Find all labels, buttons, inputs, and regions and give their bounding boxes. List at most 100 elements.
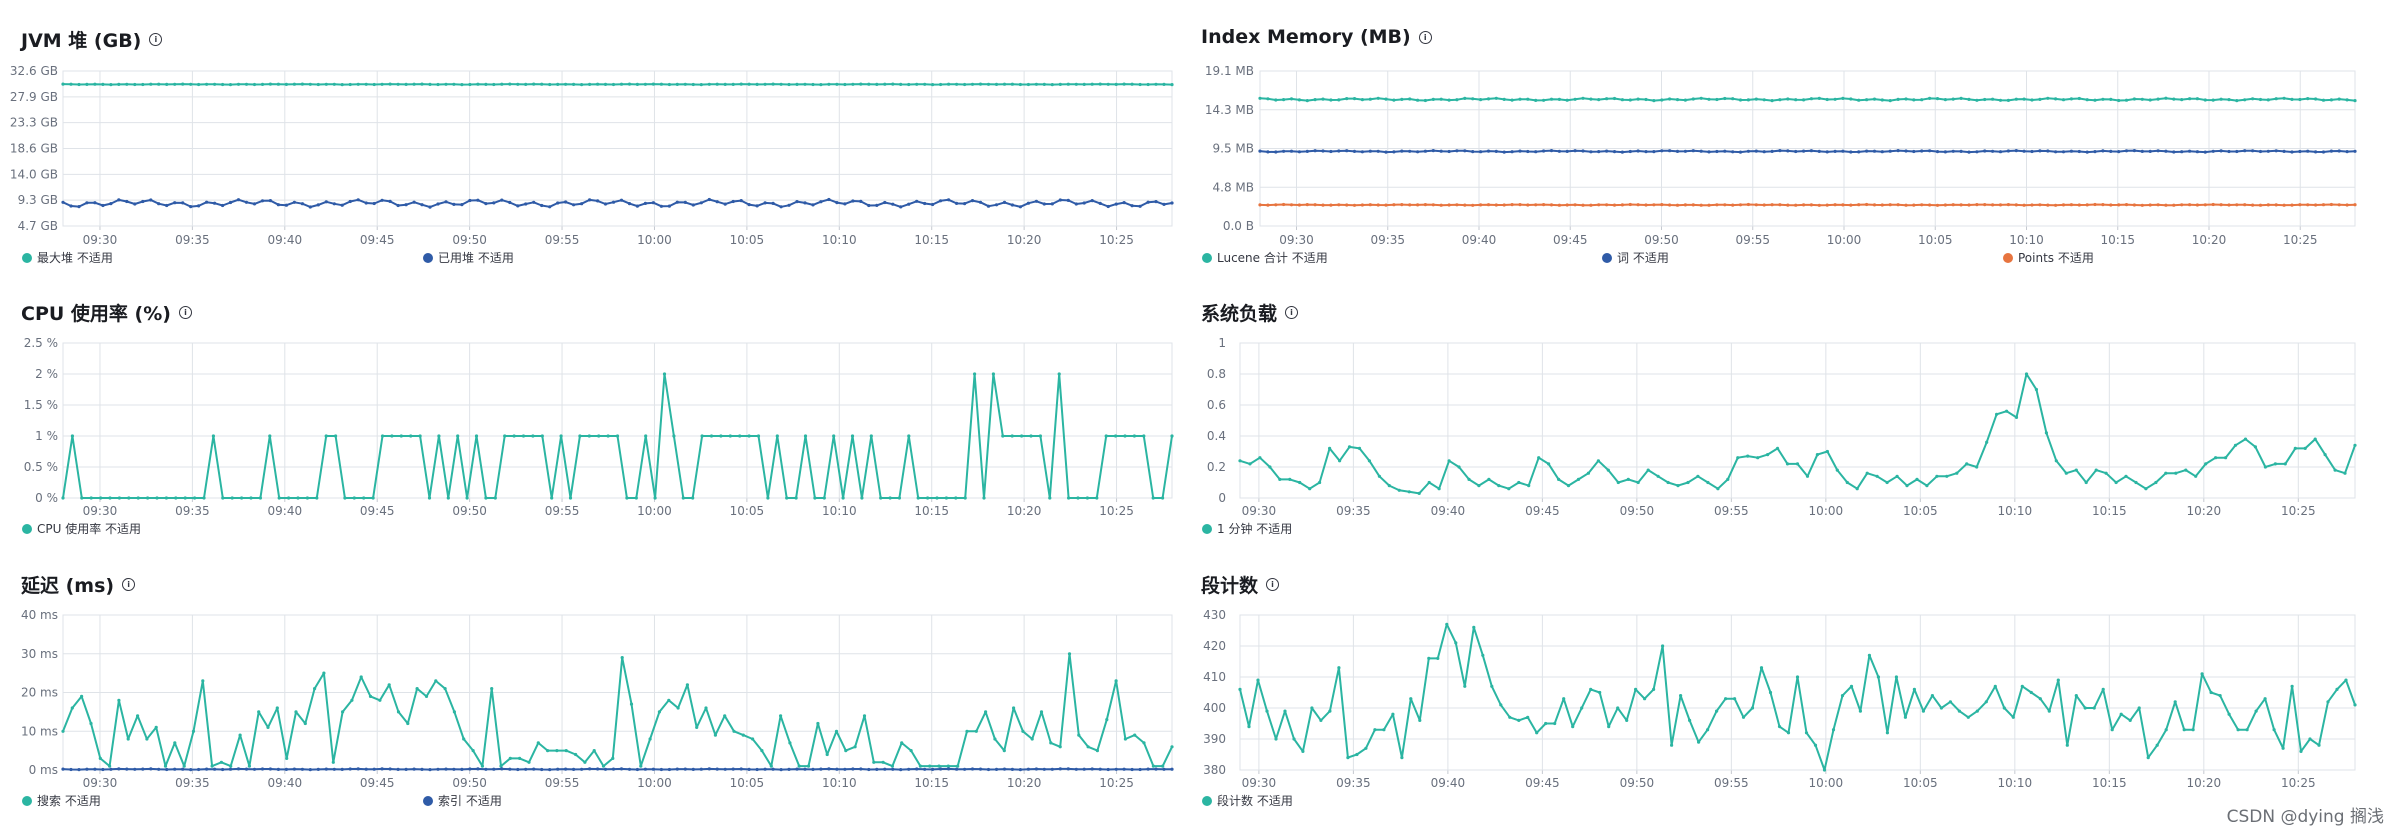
data-point <box>1795 675 1800 679</box>
data-point <box>2092 706 2096 710</box>
data-point <box>1292 737 1296 741</box>
data-point <box>1715 709 1719 713</box>
data-point <box>1661 644 1665 648</box>
data-point <box>1858 709 1862 713</box>
data-point <box>1670 743 1674 747</box>
data-point <box>2002 706 2006 710</box>
data-point <box>1840 694 1845 698</box>
data-point <box>1346 756 1350 760</box>
data-point <box>1544 721 1548 726</box>
data-point <box>1643 697 1647 701</box>
data-point <box>1508 715 1512 719</box>
data-point <box>2038 697 2042 701</box>
data-point <box>1373 728 1377 732</box>
data-point <box>1391 712 1395 716</box>
x-tick-label: 09:55 <box>1714 776 1749 790</box>
data-point <box>2128 718 2132 723</box>
data-point <box>2344 678 2348 682</box>
data-point <box>2011 715 2015 719</box>
data-point <box>1445 622 1449 626</box>
data-point <box>1876 675 1880 679</box>
data-point <box>1697 740 1701 744</box>
data-point <box>1948 700 1952 704</box>
data-point <box>2317 743 2321 747</box>
data-point <box>1741 715 1746 719</box>
data-point <box>2308 737 2312 741</box>
data-point <box>1571 725 1575 729</box>
data-point <box>1418 718 1422 723</box>
x-tick-label: 10:15 <box>2092 776 2127 790</box>
data-point <box>1849 684 1854 688</box>
data-point <box>1885 731 1889 735</box>
legend-item-segments[interactable]: 段计数 不适用 <box>1202 792 1293 809</box>
data-point <box>2236 728 2240 732</box>
data-point <box>1499 703 1503 707</box>
data-point <box>2155 743 2159 747</box>
data-point <box>1427 656 1431 661</box>
data-point <box>1409 697 1413 701</box>
x-tick-label: 09:30 <box>1242 776 1277 790</box>
data-point <box>1598 690 1602 695</box>
y-tick-label: 380 <box>1203 763 1226 777</box>
data-point <box>1957 709 1961 713</box>
data-point <box>1912 687 1916 692</box>
y-tick-label: 390 <box>1203 732 1226 746</box>
data-point <box>1750 706 1755 710</box>
data-point <box>1930 694 1934 698</box>
data-point <box>1607 725 1611 729</box>
data-point <box>2083 706 2087 710</box>
data-point <box>2056 678 2060 682</box>
data-point <box>1939 706 1943 710</box>
data-point <box>1517 718 1521 723</box>
data-point <box>1274 737 1278 741</box>
watermark: CSDN @dying 搁浅 <box>2226 807 2384 827</box>
data-point <box>1526 715 1530 719</box>
data-point <box>2281 746 2285 750</box>
data-point <box>1652 687 1656 692</box>
data-point <box>1382 728 1386 732</box>
data-point <box>1733 697 1737 701</box>
data-point <box>1283 709 1287 713</box>
data-point <box>1256 678 1260 682</box>
data-point <box>2209 690 2213 695</box>
data-point <box>1768 690 1773 695</box>
data-point <box>1589 687 1593 692</box>
data-point <box>1310 706 1314 710</box>
data-point <box>1894 675 1898 679</box>
data-point <box>2191 728 2195 732</box>
data-point <box>2335 687 2339 692</box>
data-point <box>2173 700 2177 704</box>
data-point <box>2326 700 2330 704</box>
data-point <box>1706 728 1710 732</box>
data-point <box>1984 700 1988 704</box>
data-point <box>1238 687 1242 692</box>
data-point <box>1688 718 1692 723</box>
data-point <box>1921 709 1925 713</box>
x-tick-label: 09:35 <box>1336 776 1371 790</box>
y-tick-label: 420 <box>1203 639 1226 653</box>
x-tick-label: 09:40 <box>1431 776 1466 790</box>
data-point <box>1634 687 1638 692</box>
data-point <box>2101 687 2105 692</box>
x-tick-label: 10:20 <box>2187 776 2222 790</box>
data-point <box>1463 684 1467 688</box>
plot-frame <box>1239 614 2356 771</box>
data-point <box>1777 725 1782 729</box>
data-point <box>1472 625 1476 630</box>
data-point <box>2029 690 2033 695</box>
data-point <box>1679 694 1683 698</box>
data-point <box>2146 756 2150 760</box>
legend-dot <box>1202 795 1212 806</box>
data-point <box>1247 725 1251 729</box>
data-point <box>2263 697 2267 701</box>
data-point <box>2353 703 2357 707</box>
data-point <box>1265 709 1269 713</box>
data-point <box>1319 718 1323 723</box>
data-point <box>2164 728 2168 732</box>
x-tick-label: 10:10 <box>1998 776 2033 790</box>
data-point <box>1616 706 1620 710</box>
data-point <box>1562 697 1566 701</box>
data-point <box>2137 706 2141 710</box>
x-tick-label: 10:05 <box>1903 776 1938 790</box>
data-point <box>1328 709 1332 713</box>
